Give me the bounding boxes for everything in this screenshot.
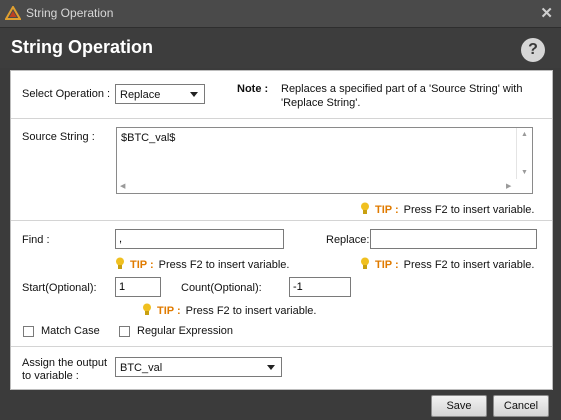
scroll-down-icon[interactable]: ▼ [521, 169, 528, 176]
tip-text: Press F2 to insert variable. [158, 259, 290, 271]
dialog-header: String Operation ? [0, 28, 561, 68]
tip-word: TIP : [375, 259, 399, 271]
lightbulb-icon [361, 257, 369, 269]
assign-variable-value: BTC_val [120, 362, 163, 374]
lightbulb-icon [361, 202, 369, 214]
dialog-title: String Operation [11, 37, 154, 57]
tip-start-count: TIP : Press F2 to insert variable. [142, 303, 316, 317]
tip-word: TIP : [375, 204, 399, 216]
cancel-button[interactable]: Cancel [493, 395, 549, 417]
divider [11, 118, 552, 119]
tip-source: TIP : Press F2 to insert variable. [360, 202, 534, 216]
start-input[interactable] [115, 277, 161, 297]
scroll-up-icon[interactable]: ▲ [521, 131, 528, 138]
divider [11, 220, 552, 221]
source-string-value: $BTC_val$ [121, 132, 176, 144]
source-string-label: Source String : [22, 131, 95, 143]
tip-find: TIP : Press F2 to insert variable. [115, 257, 289, 271]
operation-dropdown[interactable]: Replace [115, 84, 205, 104]
replace-label: Replace: [326, 234, 370, 246]
count-input[interactable] [289, 277, 351, 297]
note-label: Note : [237, 83, 269, 95]
tip-word: TIP : [157, 305, 181, 317]
tip-replace: TIP : Press F2 to insert variable. [360, 257, 534, 271]
match-case-label: Match Case [41, 325, 100, 337]
source-horizontal-scrollbar[interactable]: ◀ ▶ [117, 179, 517, 193]
find-input[interactable] [115, 229, 284, 249]
start-label: Start(Optional): [22, 282, 97, 294]
assign-variable-dropdown[interactable]: BTC_val [115, 357, 282, 377]
select-operation-label: Select Operation : [22, 88, 111, 100]
tip-text: Press F2 to insert variable. [185, 305, 317, 317]
count-label: Count(Optional): [181, 282, 262, 294]
window-titlebar: String Operation ✕ [0, 0, 561, 28]
assign-output-label-line2: to variable : [22, 370, 79, 382]
help-icon[interactable]: ? [521, 38, 545, 62]
chevron-down-icon [190, 92, 198, 97]
scroll-right-icon[interactable]: ▶ [506, 182, 511, 190]
scroll-left-icon[interactable]: ◀ [120, 182, 125, 190]
form-panel: Select Operation : Replace Note : Replac… [10, 70, 553, 390]
find-label: Find : [22, 234, 50, 246]
divider [11, 346, 552, 347]
regular-expression-label: Regular Expression [137, 325, 233, 337]
chevron-down-icon [267, 365, 275, 370]
tip-text: Press F2 to insert variable. [403, 204, 535, 216]
tip-text: Press F2 to insert variable. [403, 259, 535, 271]
save-button[interactable]: Save [431, 395, 487, 417]
source-vertical-scrollbar[interactable]: ▲ ▼ [516, 128, 532, 180]
assign-output-label-line1: Assign the output [22, 357, 108, 369]
app-logo-icon [5, 6, 21, 20]
regular-expression-checkbox[interactable] [119, 326, 130, 337]
source-string-textarea[interactable]: $BTC_val$ ▲ ▼ ◀ ▶ [116, 127, 533, 194]
lightbulb-icon [116, 257, 124, 269]
tip-word: TIP : [130, 259, 154, 271]
operation-dropdown-value: Replace [120, 89, 161, 101]
close-icon[interactable]: ✕ [540, 4, 553, 22]
note-text-line1: Replaces a specified part of a 'Source S… [281, 83, 523, 95]
note-text-line2: 'Replace String'. [281, 97, 361, 109]
lightbulb-icon [143, 303, 151, 315]
match-case-checkbox[interactable] [23, 326, 34, 337]
replace-input[interactable] [370, 229, 537, 249]
window-title: String Operation [26, 6, 114, 20]
